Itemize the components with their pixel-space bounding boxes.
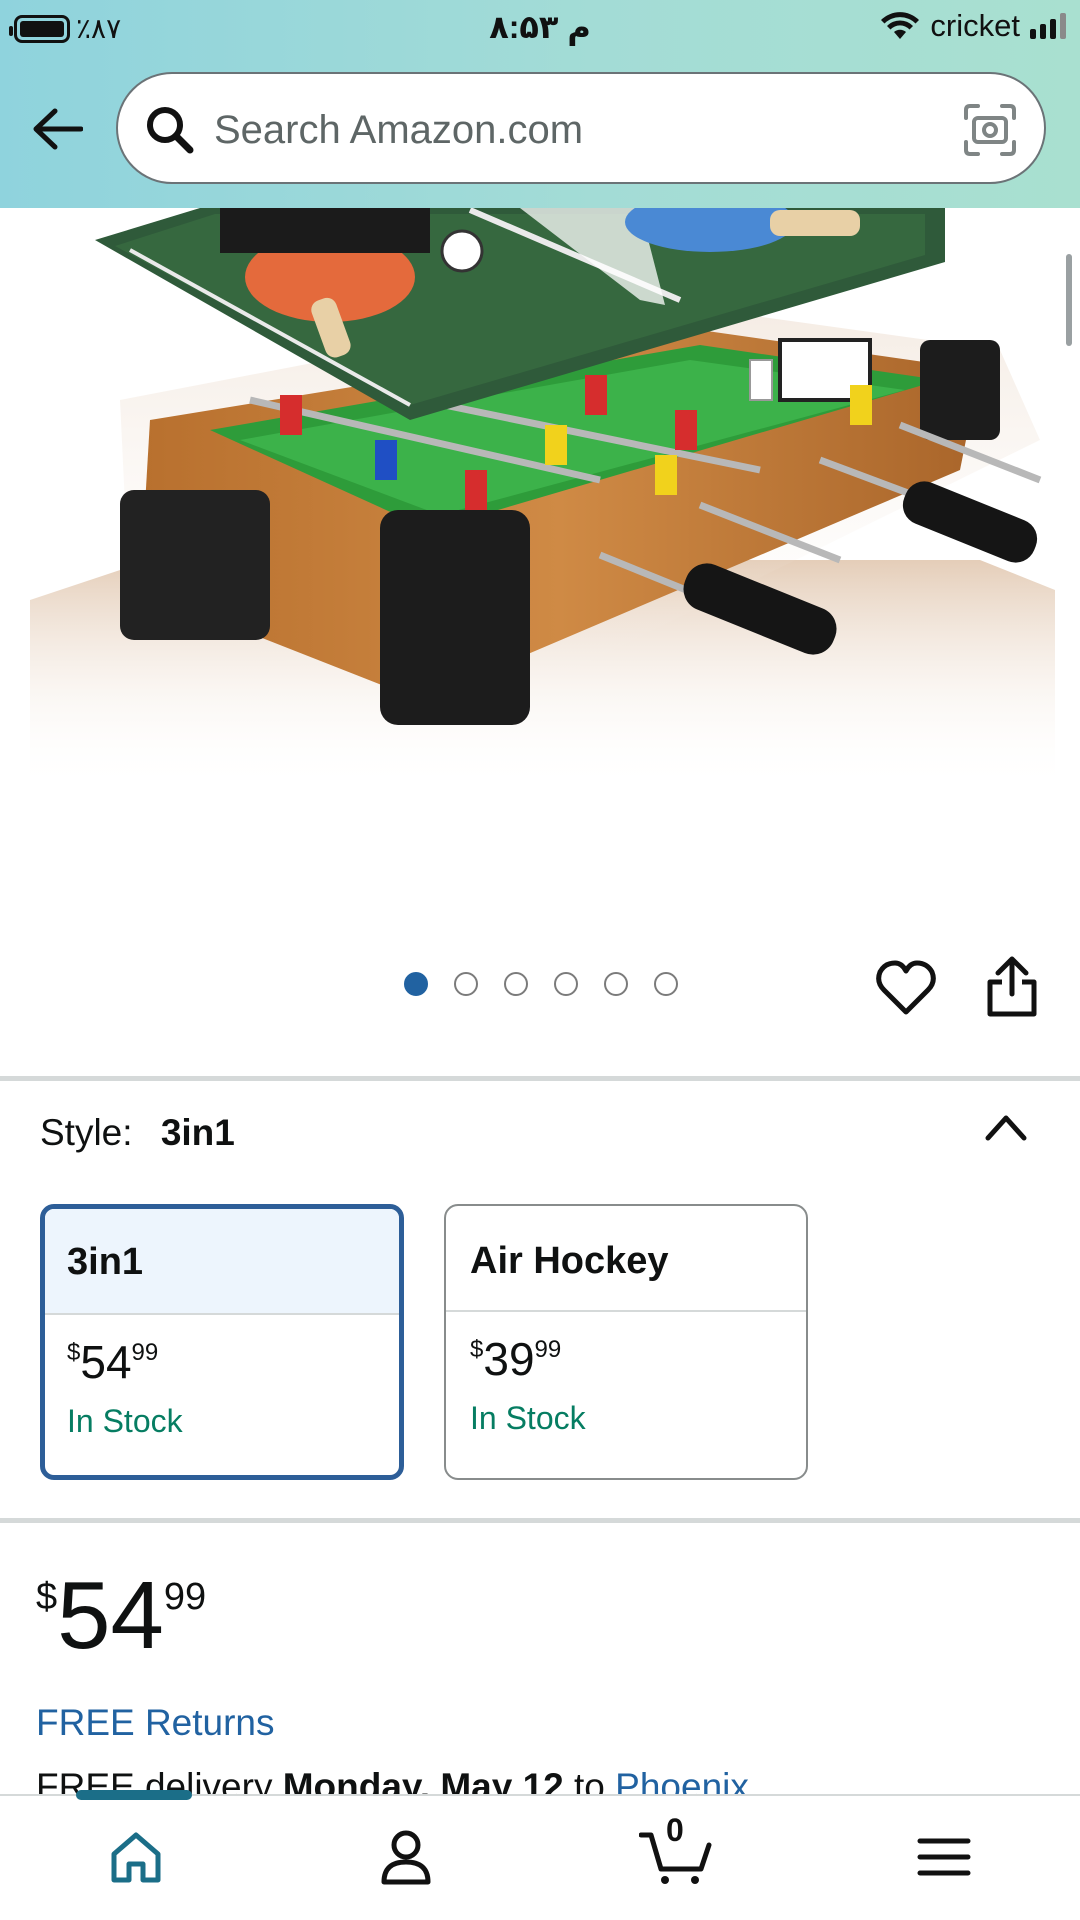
product-price: $5499: [36, 1562, 207, 1669]
section-divider: [0, 1518, 1080, 1523]
cart-count: 0: [666, 1812, 684, 1848]
search-icon: [147, 107, 194, 154]
arrow-left-icon: [33, 108, 83, 150]
style-option-price: $3999: [470, 1333, 562, 1385]
nav-account[interactable]: [368, 1824, 444, 1890]
hamburger-menu-icon: [917, 1838, 971, 1876]
pagination-dot[interactable]: [554, 972, 578, 996]
wifi-icon: [881, 12, 920, 39]
free-returns-link[interactable]: FREE Returns: [36, 1702, 275, 1744]
search-bar[interactable]: [116, 72, 1046, 184]
section-divider: [0, 1076, 1080, 1081]
header: ٪۸۷ ۸:۵۳ م cricket: [0, 0, 1080, 208]
style-option-availability: In Stock: [470, 1400, 586, 1436]
nav-menu[interactable]: [906, 1824, 982, 1890]
style-option-name: Air Hockey: [446, 1206, 806, 1312]
style-option-availability: In Stock: [67, 1403, 183, 1439]
style-label: Style:: [40, 1112, 133, 1153]
bottom-navigation: 0: [0, 1790, 1080, 1920]
image-pagination[interactable]: [404, 972, 678, 996]
share-icon[interactable]: [984, 956, 1040, 1018]
active-tab-indicator: [76, 1790, 192, 1800]
person-icon: [381, 1830, 431, 1885]
product-image-carousel[interactable]: [0, 208, 1080, 808]
style-option-price: $5499: [67, 1336, 159, 1388]
pagination-dot[interactable]: [454, 972, 478, 996]
nav-cart[interactable]: 0: [638, 1812, 714, 1890]
status-bar: ٪۸۷ ۸:۵۳ م cricket: [0, 0, 1080, 56]
signal-icon: [1030, 13, 1066, 39]
style-option-air-hockey[interactable]: Air Hockey $3999 In Stock: [444, 1204, 808, 1480]
carrier-name: cricket: [930, 8, 1020, 43]
heart-icon[interactable]: [876, 960, 936, 1016]
nav-home[interactable]: [98, 1824, 174, 1890]
pagination-dot[interactable]: [604, 972, 628, 996]
pagination-dot[interactable]: [504, 972, 528, 996]
style-option-name: 3in1: [45, 1209, 399, 1315]
camera-scan-icon[interactable]: [962, 102, 1018, 158]
product-image: [30, 208, 1055, 790]
search-input[interactable]: [214, 100, 934, 160]
style-selector-header: Style: 3in1: [40, 1112, 235, 1154]
chevron-up-icon[interactable]: [984, 1110, 1028, 1144]
home-icon: [111, 1832, 161, 1883]
style-selected-value: 3in1: [160, 1112, 235, 1153]
scroll-indicator[interactable]: [1066, 254, 1072, 346]
style-option-3in1[interactable]: 3in1 $5499 In Stock: [40, 1204, 404, 1480]
pagination-dot[interactable]: [654, 972, 678, 996]
back-button[interactable]: [28, 100, 86, 158]
pagination-dot[interactable]: [404, 972, 428, 996]
